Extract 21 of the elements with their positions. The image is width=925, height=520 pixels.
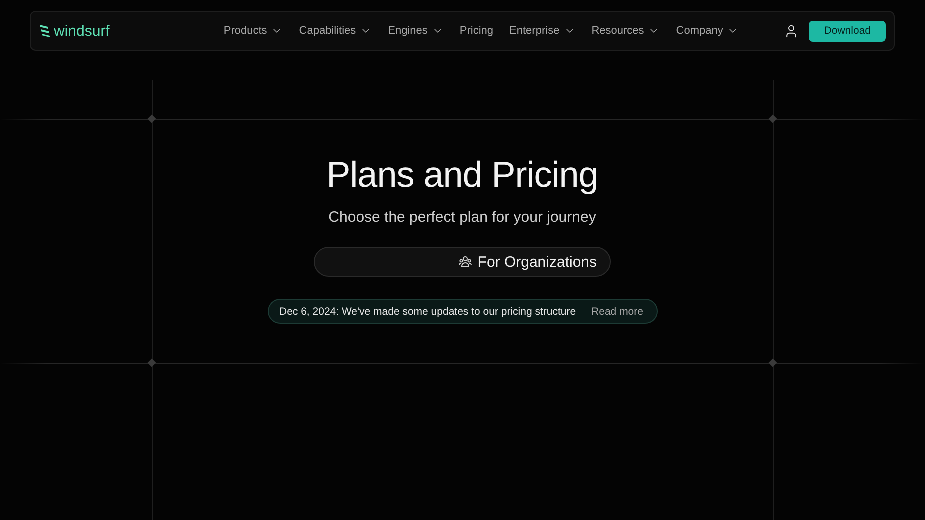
nav-link[interactable]: Engines bbox=[388, 25, 444, 37]
read-more-link[interactable]: Read more bbox=[592, 306, 644, 318]
logo-text[interactable]: windsurf bbox=[54, 22, 110, 40]
people-icon bbox=[458, 256, 472, 268]
nav-link[interactable]: Resources bbox=[592, 25, 660, 37]
nav-link[interactable]: Products bbox=[224, 25, 284, 37]
nav-link[interactable]: Pricing bbox=[460, 25, 494, 37]
grid-node-icon bbox=[148, 358, 156, 368]
page-subtitle: Choose the perfect plan for your journey bbox=[328, 209, 596, 226]
page-title: Plans and Pricing bbox=[326, 154, 598, 196]
nav-link[interactable]: Capabilities bbox=[299, 25, 372, 37]
grid-node-icon bbox=[148, 114, 156, 124]
logo-icon bbox=[39, 24, 51, 38]
grid-node-icon bbox=[768, 114, 778, 124]
plan-option[interactable]: For Organizations bbox=[458, 254, 597, 270]
grid-node-icon bbox=[768, 358, 778, 368]
notice-text: Dec 6, 2024: We've made some updates to our pricing structure bbox=[280, 306, 576, 318]
nav-link[interactable]: Enterprise bbox=[510, 25, 576, 37]
user-icon[interactable] bbox=[784, 24, 800, 38]
nav-link[interactable]: Company bbox=[676, 25, 740, 37]
download-button[interactable]: Download bbox=[809, 20, 886, 42]
